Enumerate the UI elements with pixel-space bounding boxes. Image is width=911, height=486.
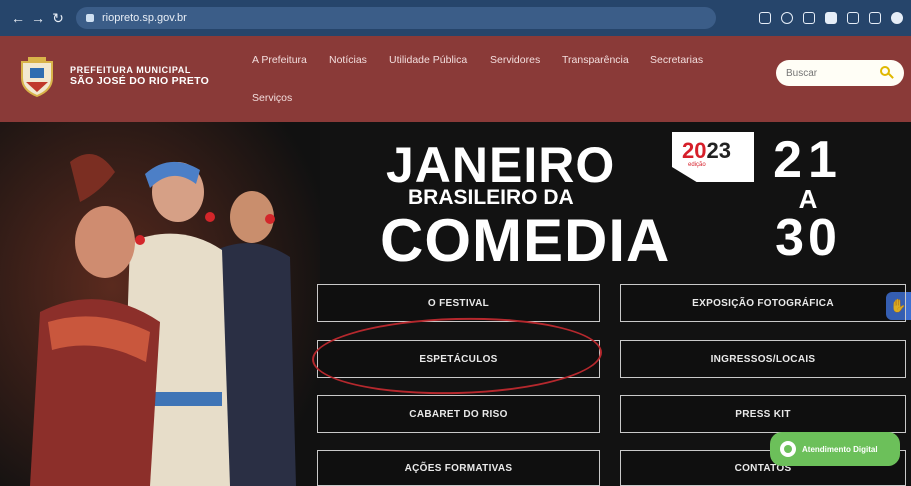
url-text[interactable]: riopreto.sp.gov.br xyxy=(102,12,187,24)
media-icon[interactable] xyxy=(847,12,859,24)
edition-badge: 2023 edição xyxy=(672,132,754,182)
digital-service-chat-button[interactable]: Atendimento Digital xyxy=(770,432,900,466)
logo-line-bottom: SÃO JOSÉ DO RIO PRETO xyxy=(70,75,210,88)
reload-icon[interactable]: ↻ xyxy=(48,10,68,27)
browser-actions xyxy=(759,12,903,24)
translate-icon[interactable] xyxy=(759,12,771,24)
nav-item-transparencia[interactable]: Transparência xyxy=(562,54,629,66)
nav-item-a-prefeitura[interactable]: A Prefeitura xyxy=(252,54,307,66)
nav-item-servidores[interactable]: Servidores xyxy=(490,54,540,66)
festival-dates: 21 A 30 xyxy=(760,134,856,264)
menu-button-acoes-formativas[interactable]: AÇÕES FORMATIVAS xyxy=(317,450,600,486)
extension-icon[interactable] xyxy=(825,12,837,24)
nav-item-secretarias[interactable]: Secretarias xyxy=(650,54,703,66)
nav-item-noticias[interactable]: Notícias xyxy=(329,54,367,66)
menu-button-o-festival[interactable]: O FESTIVAL xyxy=(317,284,600,322)
title-line-3: COMEDIA xyxy=(380,207,671,274)
share-icon[interactable] xyxy=(781,12,793,24)
site-logo[interactable]: PREFEITURA MUNICIPAL SÃO JOSÉ DO RIO PRE… xyxy=(16,54,209,98)
menu-button-press-kit[interactable]: PRESS KIT xyxy=(620,395,906,433)
hero-banner: JANEIRO BRASILEIRO DA COMEDIA 2023 ediçã… xyxy=(0,122,911,486)
actors-photo xyxy=(0,122,320,486)
menu-button-exposicao-fotografica[interactable]: EXPOSIÇÃO FOTOGRÁFICA xyxy=(620,284,906,322)
profile-icon[interactable] xyxy=(891,12,903,24)
back-icon[interactable]: ← xyxy=(8,10,28,26)
date-end: 30 xyxy=(775,209,841,267)
nav-item-utilidade-publica[interactable]: Utilidade Pública xyxy=(389,54,467,66)
nav-item-servicos[interactable]: Serviços xyxy=(252,92,292,104)
main-nav: A Prefeitura Notícias Utilidade Pública … xyxy=(252,54,732,118)
address-bar[interactable]: riopreto.sp.gov.br xyxy=(76,7,716,29)
menu-button-espetaculos[interactable]: ESPETÁCULOS xyxy=(317,340,600,378)
edition-label: edição xyxy=(688,162,706,168)
menu-button-ingressos-locais[interactable]: INGRESSOS/LOCAIS xyxy=(620,340,906,378)
chat-label: Atendimento Digital xyxy=(802,444,878,454)
logo-line-top: PREFEITURA MUNICIPAL xyxy=(70,64,191,75)
chat-icon xyxy=(780,441,796,457)
search-box[interactable] xyxy=(776,60,904,86)
edition-year: 2023 xyxy=(682,138,731,163)
search-input[interactable] xyxy=(786,67,876,79)
search-icon[interactable] xyxy=(880,66,894,80)
logo-text: PREFEITURA MUNICIPAL SÃO JOSÉ DO RIO PRE… xyxy=(70,65,209,87)
city-crest-icon xyxy=(16,54,58,98)
menu-button-cabaret-do-riso[interactable]: CABARET DO RISO xyxy=(317,395,600,433)
browser-toolbar: ← → ↻ riopreto.sp.gov.br xyxy=(0,0,911,36)
date-start: 21 xyxy=(773,131,843,189)
site-info-icon[interactable] xyxy=(86,14,94,22)
sidebar-icon[interactable] xyxy=(869,12,881,24)
forward-icon[interactable]: → xyxy=(28,10,48,26)
site-header: PREFEITURA MUNICIPAL SÃO JOSÉ DO RIO PRE… xyxy=(0,36,911,122)
star-icon[interactable] xyxy=(803,12,815,24)
